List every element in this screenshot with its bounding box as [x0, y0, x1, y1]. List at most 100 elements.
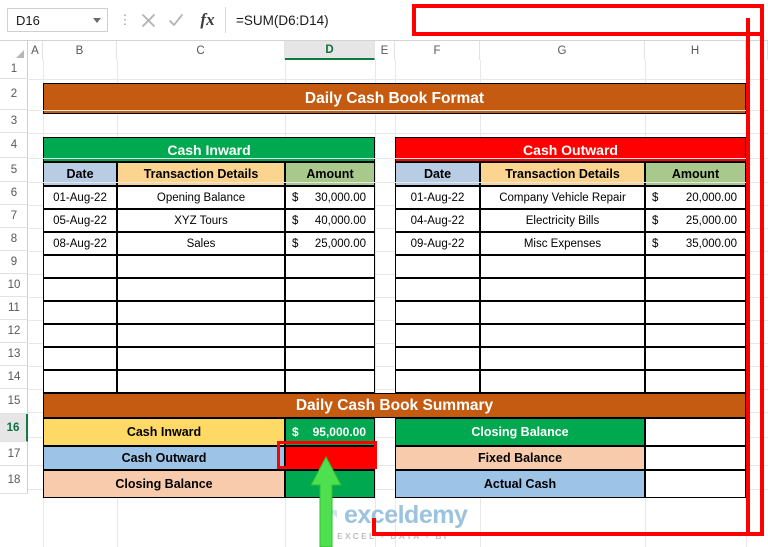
inward-amount-cell-0[interactable]: $30,000.00: [285, 186, 375, 209]
outward-date-cell-0[interactable]: 01-Aug-22: [395, 186, 480, 209]
check-icon[interactable]: [162, 7, 190, 33]
inward-date-cell-0[interactable]: 01-Aug-22: [43, 186, 117, 209]
inward-amount-cell-3[interactable]: [285, 255, 375, 278]
outward-date-cell-8[interactable]: [395, 370, 480, 393]
summary-left-value-1[interactable]: [285, 446, 375, 470]
more-options-icon[interactable]: ⋮: [116, 13, 134, 26]
inward-amount-cell-5[interactable]: [285, 301, 375, 324]
outward-details-cell-5[interactable]: [480, 301, 645, 324]
spreadsheet-grid: A B C D E F G H 1 2 3 4 5 6 7 8 9 10 11 12 13 14 15 16 1…: [0, 41, 768, 547]
inward-details-cell-5[interactable]: [117, 301, 285, 324]
summary-left-value-0[interactable]: $95,000.00: [285, 418, 375, 446]
insert-function-icon[interactable]: fx: [190, 7, 226, 33]
row-header-9[interactable]: 9: [0, 251, 28, 274]
outward-amount-cell-0[interactable]: $20,000.00: [645, 186, 746, 209]
inward-date-cell-2[interactable]: 08-Aug-22: [43, 232, 117, 255]
outward-amount-cell-6[interactable]: [645, 324, 746, 347]
summary-right-value-1[interactable]: [645, 446, 746, 470]
name-box[interactable]: D16: [7, 8, 108, 32]
outward-date-cell-4[interactable]: [395, 278, 480, 301]
row-header-3[interactable]: 3: [0, 110, 28, 133]
row-header-14[interactable]: 14: [0, 366, 28, 389]
row-header-2[interactable]: 2: [0, 79, 28, 110]
summary-left-label-1: Cash Outward: [43, 446, 285, 470]
summary-right-value-0[interactable]: [645, 418, 746, 446]
inward-details-cell-7[interactable]: [117, 347, 285, 370]
column-header-a[interactable]: A: [28, 41, 43, 60]
inward-amount-cell-4[interactable]: [285, 278, 375, 301]
inward-date-cell-6[interactable]: [43, 324, 117, 347]
inward-amount-cell-2[interactable]: $25,000.00: [285, 232, 375, 255]
outward-details-cell-8[interactable]: [480, 370, 645, 393]
outward-details-cell-6[interactable]: [480, 324, 645, 347]
row-header-12[interactable]: 12: [0, 320, 28, 343]
outward-details-cell-2[interactable]: Misc Expenses: [480, 232, 645, 255]
row-header-18[interactable]: 18: [0, 466, 28, 494]
row-header-17[interactable]: 17: [0, 442, 28, 466]
column-header-b[interactable]: B: [43, 41, 117, 60]
inward-details-cell-1[interactable]: XYZ Tours: [117, 209, 285, 232]
select-all-corner[interactable]: [0, 41, 28, 60]
column-header-e[interactable]: E: [375, 41, 395, 60]
row-header-16[interactable]: 16: [0, 414, 28, 442]
column-header-h[interactable]: H: [645, 41, 746, 60]
outward-details-cell-0[interactable]: Company Vehicle Repair: [480, 186, 645, 209]
inward-amount-cell-6[interactable]: [285, 324, 375, 347]
outward-details-cell-1[interactable]: Electricity Bills: [480, 209, 645, 232]
inward-details-cell-3[interactable]: [117, 255, 285, 278]
inward-amount-cell-8[interactable]: [285, 370, 375, 393]
summary-left-label-2: Closing Balance: [43, 470, 285, 498]
outward-details-cell-3[interactable]: [480, 255, 645, 278]
outward-amount-cell-3[interactable]: [645, 255, 746, 278]
inward-date-cell-4[interactable]: [43, 278, 117, 301]
inward-date-cell-5[interactable]: [43, 301, 117, 324]
row-header-15[interactable]: 15: [0, 389, 28, 414]
inward-date-cell-8[interactable]: [43, 370, 117, 393]
chevron-down-icon[interactable]: [93, 17, 101, 23]
row-header-1[interactable]: 1: [0, 60, 28, 79]
column-header-g[interactable]: G: [480, 41, 645, 60]
outward-date-cell-5[interactable]: [395, 301, 480, 324]
row-header-8[interactable]: 8: [0, 228, 28, 251]
outward-amount-cell-4[interactable]: [645, 278, 746, 301]
inward-details-cell-2[interactable]: Sales: [117, 232, 285, 255]
row-header-6[interactable]: 6: [0, 182, 28, 205]
summary-right-label-2: Actual Cash: [395, 470, 645, 498]
row-header-5[interactable]: 5: [0, 158, 28, 182]
cancel-icon[interactable]: [134, 7, 162, 33]
outward-amount-cell-8[interactable]: [645, 370, 746, 393]
formula-input[interactable]: =SUM(D6:D14): [226, 7, 768, 33]
inward-details-cell-6[interactable]: [117, 324, 285, 347]
outward-amount-cell-5[interactable]: [645, 301, 746, 324]
row-header-11[interactable]: 11: [0, 297, 28, 320]
outward-date-cell-3[interactable]: [395, 255, 480, 278]
outward-details-cell-7[interactable]: [480, 347, 645, 370]
summary-right-value-2[interactable]: [645, 470, 746, 498]
outward-amount-cell-1[interactable]: $25,000.00: [645, 209, 746, 232]
inward-date-cell-1[interactable]: 05-Aug-22: [43, 209, 117, 232]
inward-details-cell-4[interactable]: [117, 278, 285, 301]
column-header-d[interactable]: D: [285, 41, 375, 60]
outward-date-cell-7[interactable]: [395, 347, 480, 370]
outward-date-cell-6[interactable]: [395, 324, 480, 347]
column-header-f[interactable]: F: [395, 41, 480, 60]
outward-date-cell-1[interactable]: 04-Aug-22: [395, 209, 480, 232]
outward-amount-cell-7[interactable]: [645, 347, 746, 370]
inward-amount-cell-1[interactable]: $40,000.00: [285, 209, 375, 232]
outward-date-cell-2[interactable]: 09-Aug-22: [395, 232, 480, 255]
inward-date-cell-3[interactable]: [43, 255, 117, 278]
row-header-13[interactable]: 13: [0, 343, 28, 366]
inward-date-cell-7[interactable]: [43, 347, 117, 370]
outward-amount-cell-2[interactable]: $35,000.00: [645, 232, 746, 255]
cell-canvas: Daily Cash Book Format Cash Inward Cash …: [28, 60, 768, 547]
row-header-7[interactable]: 7: [0, 205, 28, 228]
summary-left-value-2[interactable]: [285, 470, 375, 498]
inward-details-cell-8[interactable]: [117, 370, 285, 393]
outward-details-cell-4[interactable]: [480, 278, 645, 301]
inward-amount-cell-7[interactable]: [285, 347, 375, 370]
row-header-4[interactable]: 4: [0, 133, 28, 158]
excel-window: D16 ⋮ fx =SUM(D6:D14) A B C D E F G H 12…: [0, 0, 768, 547]
column-header-c[interactable]: C: [117, 41, 285, 60]
row-header-10[interactable]: 10: [0, 274, 28, 297]
inward-details-cell-0[interactable]: Opening Balance: [117, 186, 285, 209]
